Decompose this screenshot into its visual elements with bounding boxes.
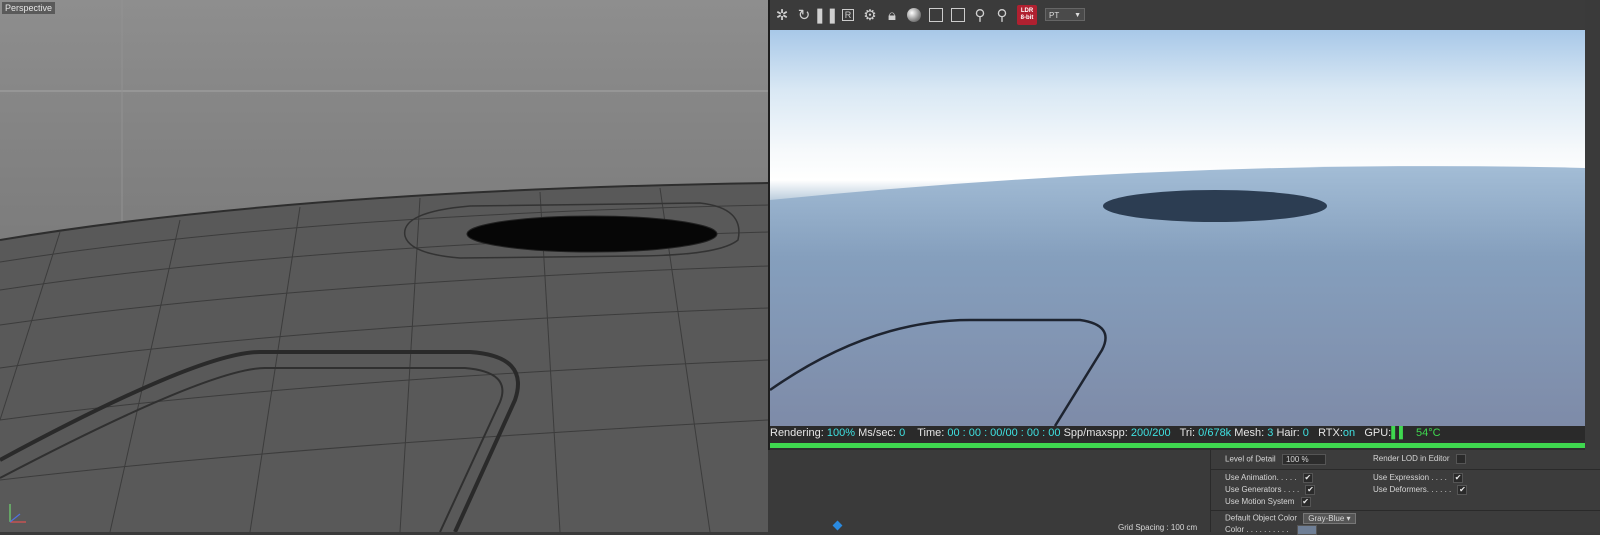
use-animation-label: Use Animation. . . . . (1225, 473, 1297, 483)
use-expression-row: Use Expression . . . . ✔ (1373, 473, 1464, 483)
settings-icon[interactable]: ⚙ (860, 5, 880, 25)
pin-icon[interactable]: ⚲ (970, 5, 990, 25)
grid-spacing-readout: Grid Spacing : 100 cm (1118, 523, 1198, 532)
use-animation-row: Use Animation. . . . . ✔ (1225, 473, 1313, 483)
lod-value: 100 % (1285, 455, 1309, 464)
ldr-toggle-button[interactable]: LDR 8-bit (1017, 5, 1037, 25)
use-deformers-checkbox[interactable]: ✔ (1457, 485, 1468, 495)
chevron-down-icon: ▼ (1074, 12, 1081, 19)
use-generators-label: Use Generators . . . . (1225, 485, 1300, 495)
default-color-label: Default Object Color (1225, 513, 1298, 523)
use-generators-row: Use Generators . . . . ✔ (1225, 485, 1316, 495)
default-color-row: Default Object Color Gray-Blue ▾ (1225, 513, 1356, 524)
gpu-temp-value: 54°C (1416, 427, 1441, 439)
rendering-value: 100% (826, 427, 856, 439)
live-viewer-toolbar: ✲ ↻ ❚❚ R ⚙ 🔒︎ ⚲ ⚲ LDR 8-bit PT ▼ (770, 0, 1585, 31)
divider (1211, 510, 1600, 511)
gpu-label: GPU: (1364, 427, 1392, 439)
render-lod-checkbox[interactable] (1455, 454, 1466, 464)
ms-label: Ms/sec: (858, 427, 896, 439)
default-color-dropdown[interactable]: Gray-Blue ▾ (1303, 513, 1356, 524)
render-progress-bar (770, 443, 1585, 448)
use-motion-checkbox[interactable]: ✔ (1300, 497, 1311, 507)
lod-label: Level of Detail (1225, 454, 1276, 464)
material-sphere-icon[interactable] (904, 5, 924, 25)
mesh-label: Mesh: (1234, 427, 1265, 439)
attributes-panel: Level of Detail 100 % Render LOD in Edit… (1210, 450, 1600, 535)
null-object-icon[interactable] (832, 520, 843, 531)
render-preview[interactable] (770, 30, 1585, 426)
render-lod-label: Render LOD in Editor (1373, 454, 1450, 464)
use-animation-checkbox[interactable]: ✔ (1302, 473, 1313, 483)
frame-alt-icon[interactable] (948, 5, 968, 25)
kernel-select[interactable]: PT ▼ (1045, 8, 1085, 21)
pause-icon[interactable]: ❚❚ (813, 5, 838, 25)
tri-value: 0/678k (1198, 427, 1232, 439)
viewport-mesh (0, 0, 768, 532)
use-motion-label: Use Motion System (1225, 497, 1295, 507)
pin-alt-icon[interactable]: ⚲ (992, 5, 1012, 25)
render-progress-fill (770, 443, 1585, 448)
use-expression-checkbox[interactable]: ✔ (1453, 473, 1464, 483)
render-lod-row: Render LOD in Editor (1373, 454, 1466, 464)
axis-gizmo-icon (9, 504, 26, 523)
hair-value: 0 (1302, 427, 1309, 439)
region-icon[interactable]: R (838, 5, 858, 25)
lock-icon[interactable]: 🔒︎ (882, 5, 902, 25)
default-color-value: Gray-Blue (1308, 514, 1345, 523)
color-label: Color . . . . . . . . . . (1225, 525, 1289, 535)
live-viewer-window: ✲ ↻ ❚❚ R ⚙ 🔒︎ ⚲ ⚲ LDR 8-bit PT ▼ Renderi… (768, 0, 1585, 450)
kernel-select-value: PT (1049, 11, 1060, 20)
ms-value: 0 (899, 427, 906, 439)
use-deformers-label: Use Deformers. . . . . . (1373, 485, 1452, 495)
mesh-value: 3 (1267, 427, 1274, 439)
lod-field[interactable]: 100 % (1281, 454, 1326, 465)
spp-label: Spp/maxspp: (1063, 427, 1128, 439)
gpu-meter-icon: ▌▌ (1391, 427, 1407, 439)
color-row: Color . . . . . . . . . . (1225, 525, 1317, 535)
render-status-bar: Rendering: 100% Ms/sec: 0 Time: 00 : 00 … (770, 426, 1585, 440)
spp-value: 200/200 (1130, 427, 1171, 439)
use-deformers-row: Use Deformers. . . . . . ✔ (1373, 485, 1468, 495)
chevron-down-icon: ▾ (1346, 514, 1351, 523)
ldr-label: LDR (1020, 8, 1034, 14)
refresh-icon[interactable]: ↻ (794, 5, 814, 25)
viewport-label[interactable]: Perspective (2, 2, 56, 14)
color-swatch[interactable] (1296, 525, 1317, 535)
use-expression-label: Use Expression . . . . (1373, 473, 1447, 483)
time-label: Time: (917, 427, 945, 439)
frame-icon[interactable] (926, 5, 946, 25)
render-image (770, 166, 1585, 426)
rtx-label: RTX: (1318, 427, 1343, 439)
perspective-viewport[interactable]: Perspective (0, 0, 768, 532)
lod-row: Level of Detail 100 % (1225, 454, 1326, 465)
gear-spin-icon[interactable]: ✲ (772, 5, 792, 25)
tri-label: Tri: (1179, 427, 1196, 439)
hair-label: Hair: (1276, 427, 1300, 439)
rtx-value: on (1342, 427, 1356, 439)
rendering-label: Rendering: (770, 427, 824, 439)
time-value: 00 : 00 : 00/00 : 00 : 00 (947, 427, 1061, 439)
use-generators-checkbox[interactable]: ✔ (1305, 485, 1316, 495)
divider (1211, 469, 1600, 470)
ldr-sub-label: 8-bit (1020, 15, 1034, 21)
use-motion-row: Use Motion System ✔ (1225, 497, 1311, 507)
